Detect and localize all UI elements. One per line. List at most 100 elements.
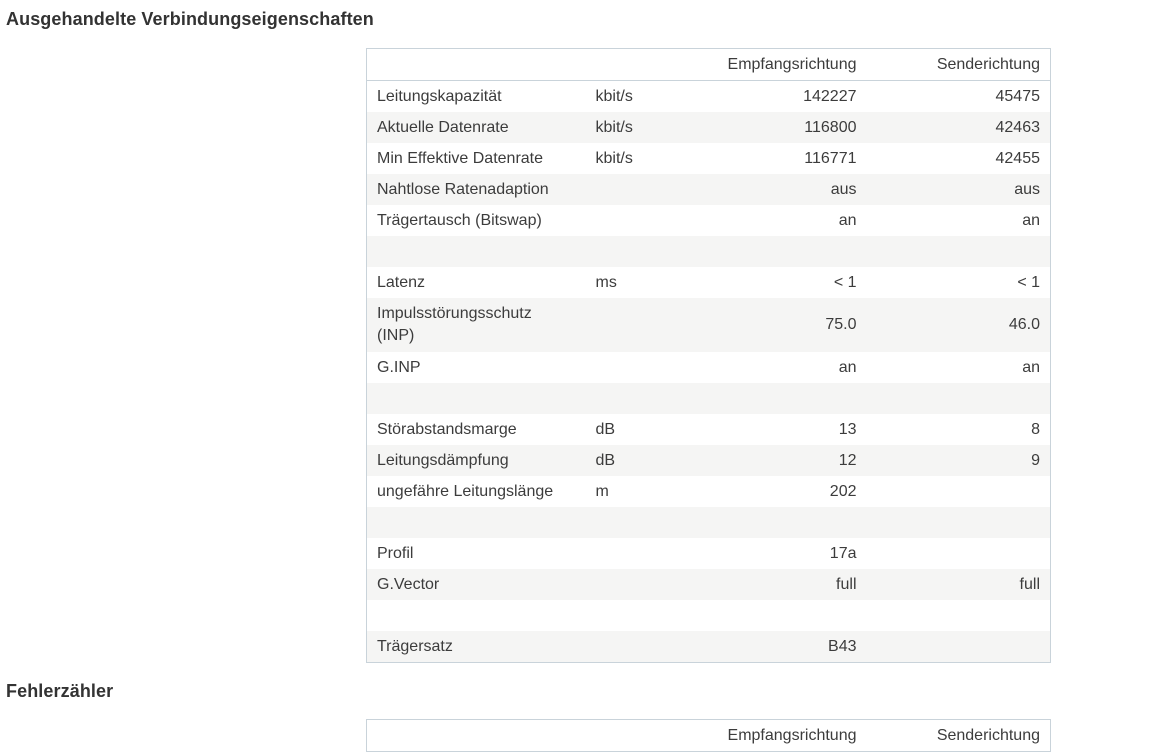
row-unit: kbit/s (576, 143, 677, 174)
row-send-value (866, 236, 1051, 267)
row-label: Aktuelle Datenrate (366, 112, 577, 143)
row-receive-value: 202 (676, 476, 867, 507)
row-receive-value: an (676, 205, 867, 236)
row-receive-value (676, 507, 867, 538)
table-row: Trägersatz B43 (366, 631, 1051, 663)
table-spacer-row (366, 507, 1051, 538)
row-label (366, 507, 577, 538)
row-send-value (866, 600, 1051, 631)
row-send-value: 9 (866, 445, 1051, 476)
row-label: G.INP (366, 352, 577, 383)
row-send-value: an (866, 352, 1051, 383)
row-send-value (866, 538, 1051, 569)
header-unit (576, 719, 677, 752)
row-receive-value: 13 (676, 414, 867, 445)
table-row: Latenz ms < 1 < 1 (366, 267, 1051, 298)
row-unit: kbit/s (576, 80, 677, 112)
header-send-direction: Senderichtung (866, 48, 1051, 81)
row-receive-value (676, 600, 867, 631)
error-counters-table: Empfangsrichtung Senderichtung (366, 719, 1051, 752)
row-send-value: 45475 (866, 80, 1051, 112)
row-label: Nahtlose Ratenadaption (366, 174, 577, 205)
row-unit (576, 205, 677, 236)
table-header-row: Empfangsrichtung Senderichtung (366, 719, 1051, 752)
row-label: ungefähre Leitungslänge (366, 476, 577, 507)
table-row: G.Vector full full (366, 569, 1051, 600)
table-row: Trägertausch (Bitswap) an an (366, 205, 1051, 236)
row-label (366, 600, 577, 631)
table-row: Leitungsdämpfung dB 12 9 (366, 445, 1051, 476)
row-label: Impulsstörungsschutz (INP) (366, 298, 577, 352)
row-receive-value (676, 383, 867, 414)
table-row: Nahtlose Ratenadaption aus aus (366, 174, 1051, 205)
row-receive-value (676, 236, 867, 267)
section-title-connection-properties: Ausgehandelte Verbindungseigenschaften (6, 9, 374, 29)
row-label: Latenz (366, 267, 577, 298)
row-send-value: 8 (866, 414, 1051, 445)
table-row: Störabstandsmarge dB 13 8 (366, 414, 1051, 445)
row-receive-value: 116800 (676, 112, 867, 143)
row-label: Min Effektive Datenrate (366, 143, 577, 174)
row-send-value: an (866, 205, 1051, 236)
row-send-value: full (866, 569, 1051, 600)
row-unit (576, 352, 677, 383)
row-send-value: 42455 (866, 143, 1051, 174)
row-unit (576, 236, 677, 267)
table-header-row: Empfangsrichtung Senderichtung (366, 48, 1051, 81)
row-receive-value: 116771 (676, 143, 867, 174)
header-unit (576, 48, 677, 81)
table-row: Min Effektive Datenrate kbit/s 116771 42… (366, 143, 1051, 174)
row-unit (576, 298, 677, 352)
section-title-error-counters: Fehlerzähler (6, 681, 114, 701)
row-receive-value: 142227 (676, 80, 867, 112)
row-receive-value: < 1 (676, 267, 867, 298)
row-label: Leitungsdämpfung (366, 445, 577, 476)
header-receive-direction: Empfangsrichtung (676, 48, 867, 81)
row-label (366, 383, 577, 414)
row-label: Leitungskapazität (366, 80, 577, 112)
header-label (366, 48, 577, 81)
row-receive-value: 75.0 (676, 298, 867, 352)
table-spacer-row (366, 383, 1051, 414)
row-receive-value: an (676, 352, 867, 383)
row-label: Störabstandsmarge (366, 414, 577, 445)
row-unit (576, 538, 677, 569)
row-label: Trägertausch (Bitswap) (366, 205, 577, 236)
row-label: Profil (366, 538, 577, 569)
row-send-value (866, 631, 1051, 663)
table-row: Aktuelle Datenrate kbit/s 116800 42463 (366, 112, 1051, 143)
row-label: G.Vector (366, 569, 577, 600)
row-label (366, 236, 577, 267)
row-send-value (866, 476, 1051, 507)
row-unit: ms (576, 267, 677, 298)
row-unit: kbit/s (576, 112, 677, 143)
row-send-value (866, 383, 1051, 414)
table-row: G.INP an an (366, 352, 1051, 383)
row-unit (576, 174, 677, 205)
row-unit (576, 507, 677, 538)
row-unit (576, 631, 677, 663)
table-row: Leitungskapazität kbit/s 142227 45475 (366, 80, 1051, 112)
row-receive-value: B43 (676, 631, 867, 663)
table-row: Impulsstörungsschutz (INP) 75.0 46.0 (366, 298, 1051, 352)
row-send-value: aus (866, 174, 1051, 205)
row-unit (576, 383, 677, 414)
header-label (366, 719, 577, 752)
connection-properties-table: Empfangsrichtung Senderichtung Leitungsk… (366, 48, 1051, 663)
row-receive-value: aus (676, 174, 867, 205)
row-label: Trägersatz (366, 631, 577, 663)
table-row: ungefähre Leitungslänge m 202 (366, 476, 1051, 507)
row-unit (576, 600, 677, 631)
row-unit: dB (576, 445, 677, 476)
row-receive-value: 12 (676, 445, 867, 476)
row-receive-value: full (676, 569, 867, 600)
table-row: Profil 17a (366, 538, 1051, 569)
row-unit (576, 569, 677, 600)
table-spacer-row (366, 236, 1051, 267)
row-unit: dB (576, 414, 677, 445)
row-receive-value: 17a (676, 538, 867, 569)
row-send-value: 42463 (866, 112, 1051, 143)
row-send-value: 46.0 (866, 298, 1051, 352)
table-spacer-row (366, 600, 1051, 631)
row-unit: m (576, 476, 677, 507)
